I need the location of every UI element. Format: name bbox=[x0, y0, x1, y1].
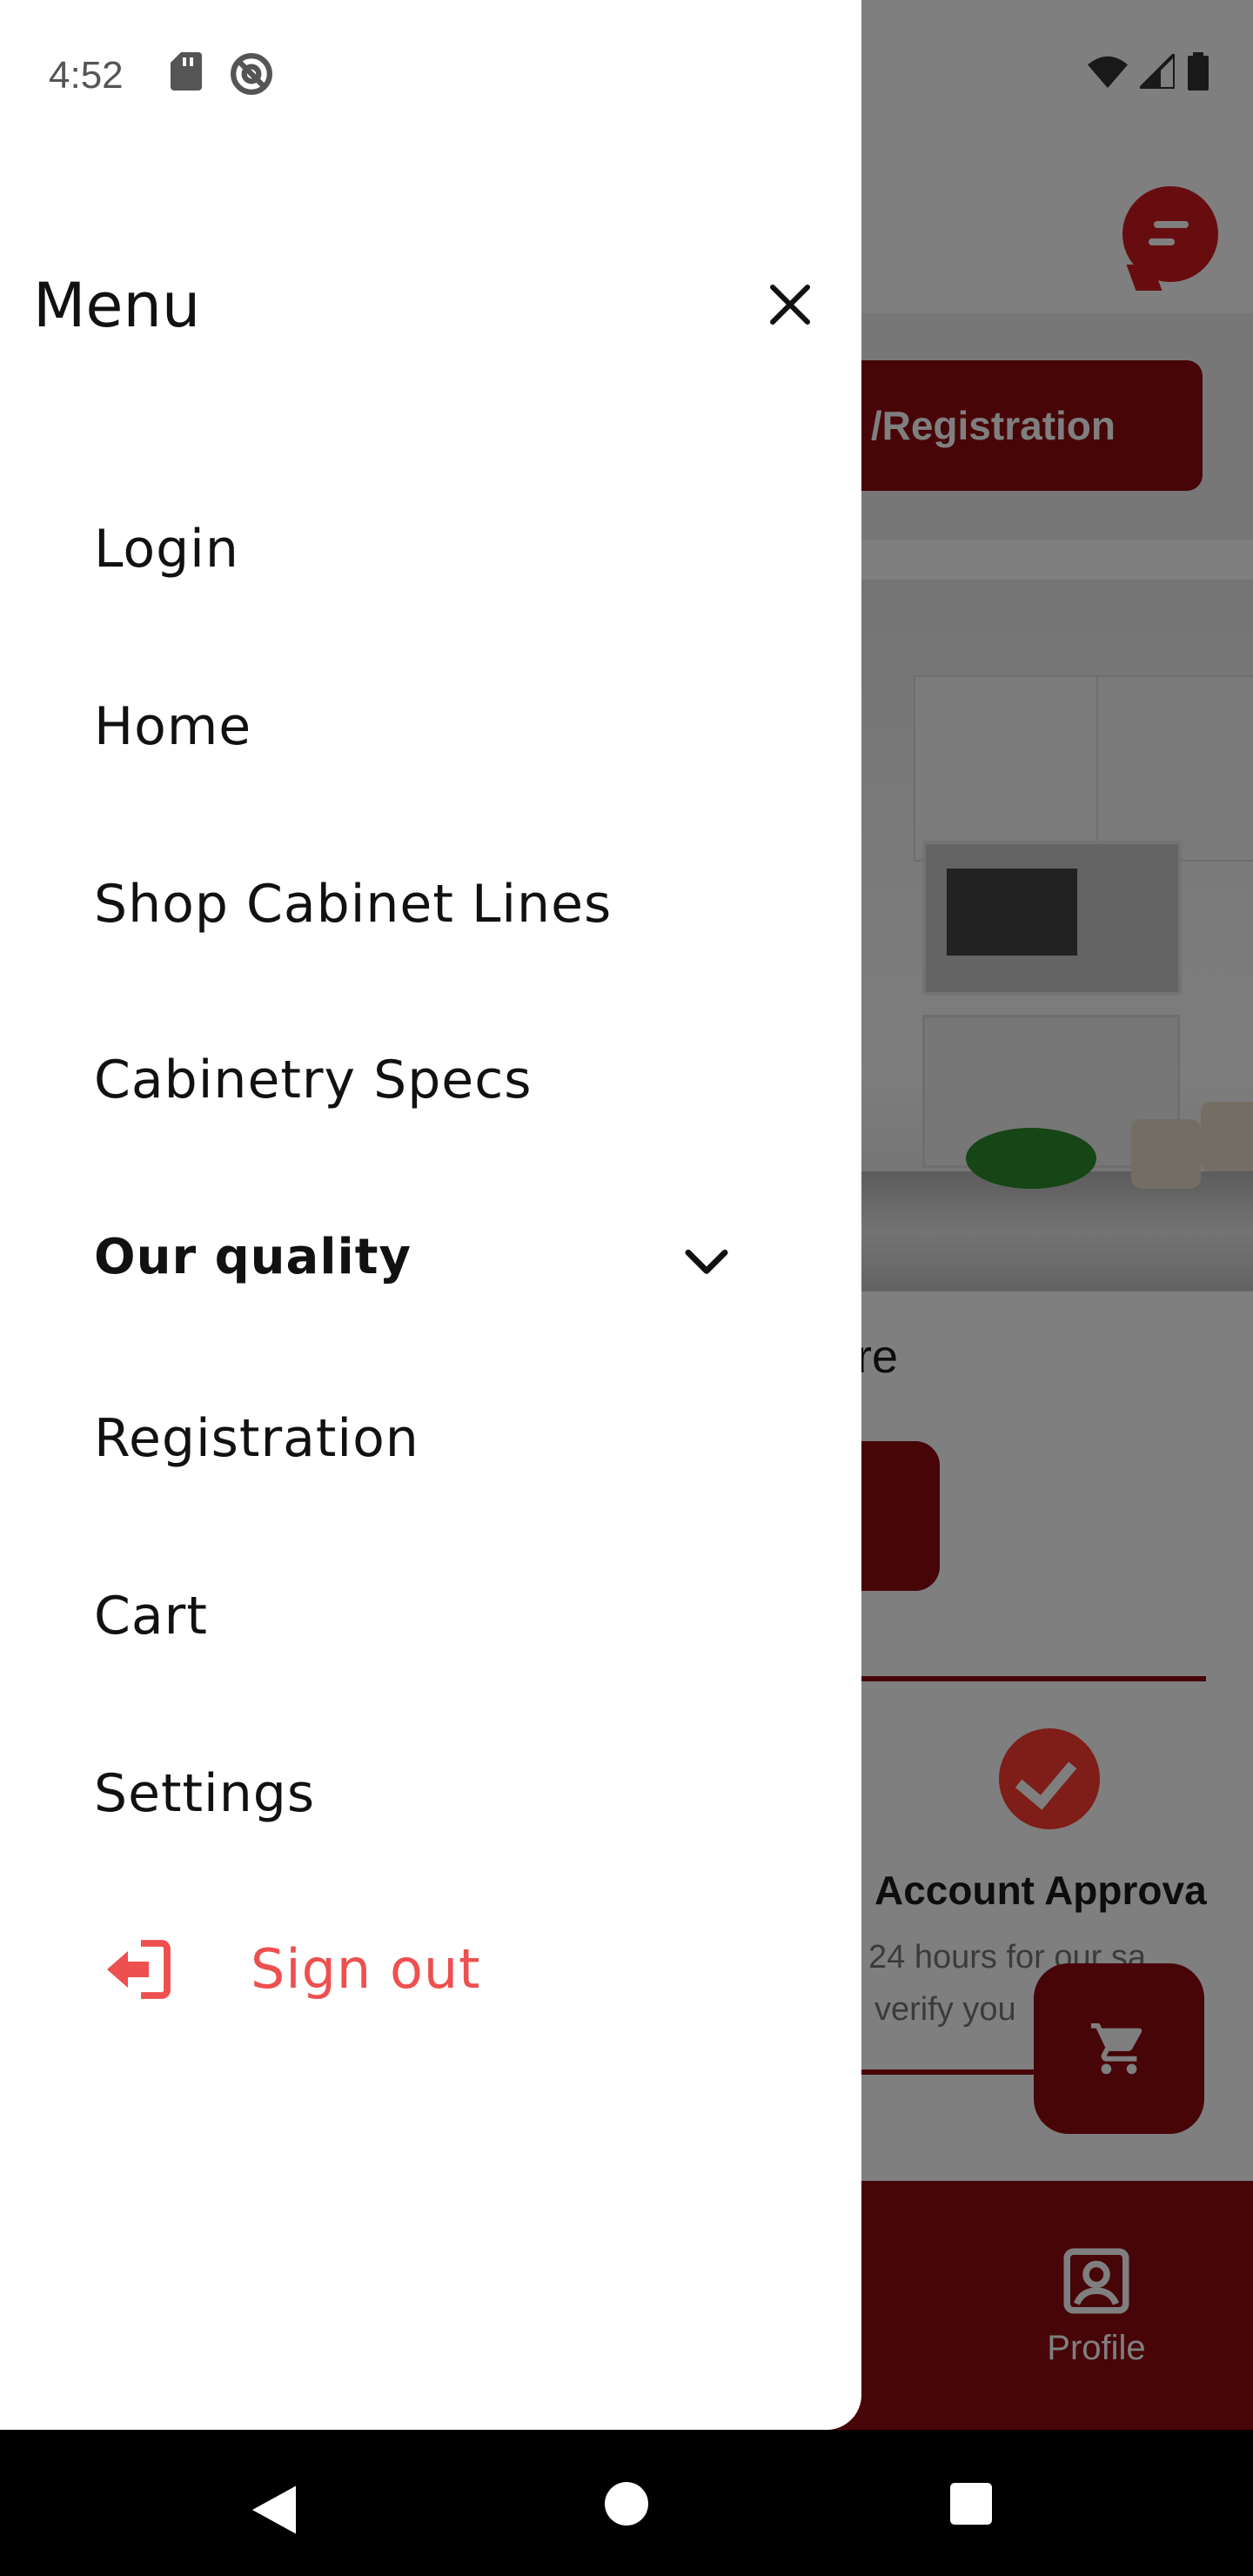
menu-item-our-quality[interactable]: Our quality bbox=[94, 1229, 412, 1285]
sd-card-icon bbox=[171, 52, 202, 91]
menu-item-login[interactable]: Login bbox=[94, 519, 239, 580]
back-icon[interactable] bbox=[252, 2485, 296, 2534]
sign-out-label: Sign out bbox=[251, 1937, 481, 2001]
close-icon[interactable] bbox=[764, 278, 816, 331]
menu-item-cabinetry-specs[interactable]: Cabinetry Specs bbox=[94, 1050, 532, 1110]
home-icon[interactable] bbox=[605, 2482, 648, 2526]
menu-item-cart[interactable]: Cart bbox=[94, 1586, 208, 1647]
sign-out-icon bbox=[107, 1939, 171, 1999]
menu-item-shop-cabinet-lines[interactable]: Shop Cabinet Lines bbox=[94, 874, 612, 935]
do-not-disturb-icon bbox=[231, 53, 272, 95]
recents-icon[interactable] bbox=[950, 2483, 992, 2525]
menu-item-home[interactable]: Home bbox=[94, 696, 251, 757]
menu-item-registration[interactable]: Registration bbox=[94, 1408, 419, 1469]
drawer-title: Menu bbox=[33, 270, 201, 341]
menu-item-settings[interactable]: Settings bbox=[94, 1763, 315, 1824]
status-time: 4:52 bbox=[49, 54, 124, 97]
navigation-drawer: 4:52 Menu Login Home Shop Cabinet Lines … bbox=[0, 0, 861, 2430]
sign-out-button[interactable]: Sign out bbox=[104, 1937, 480, 2001]
chevron-down-icon[interactable] bbox=[682, 1244, 731, 1281]
